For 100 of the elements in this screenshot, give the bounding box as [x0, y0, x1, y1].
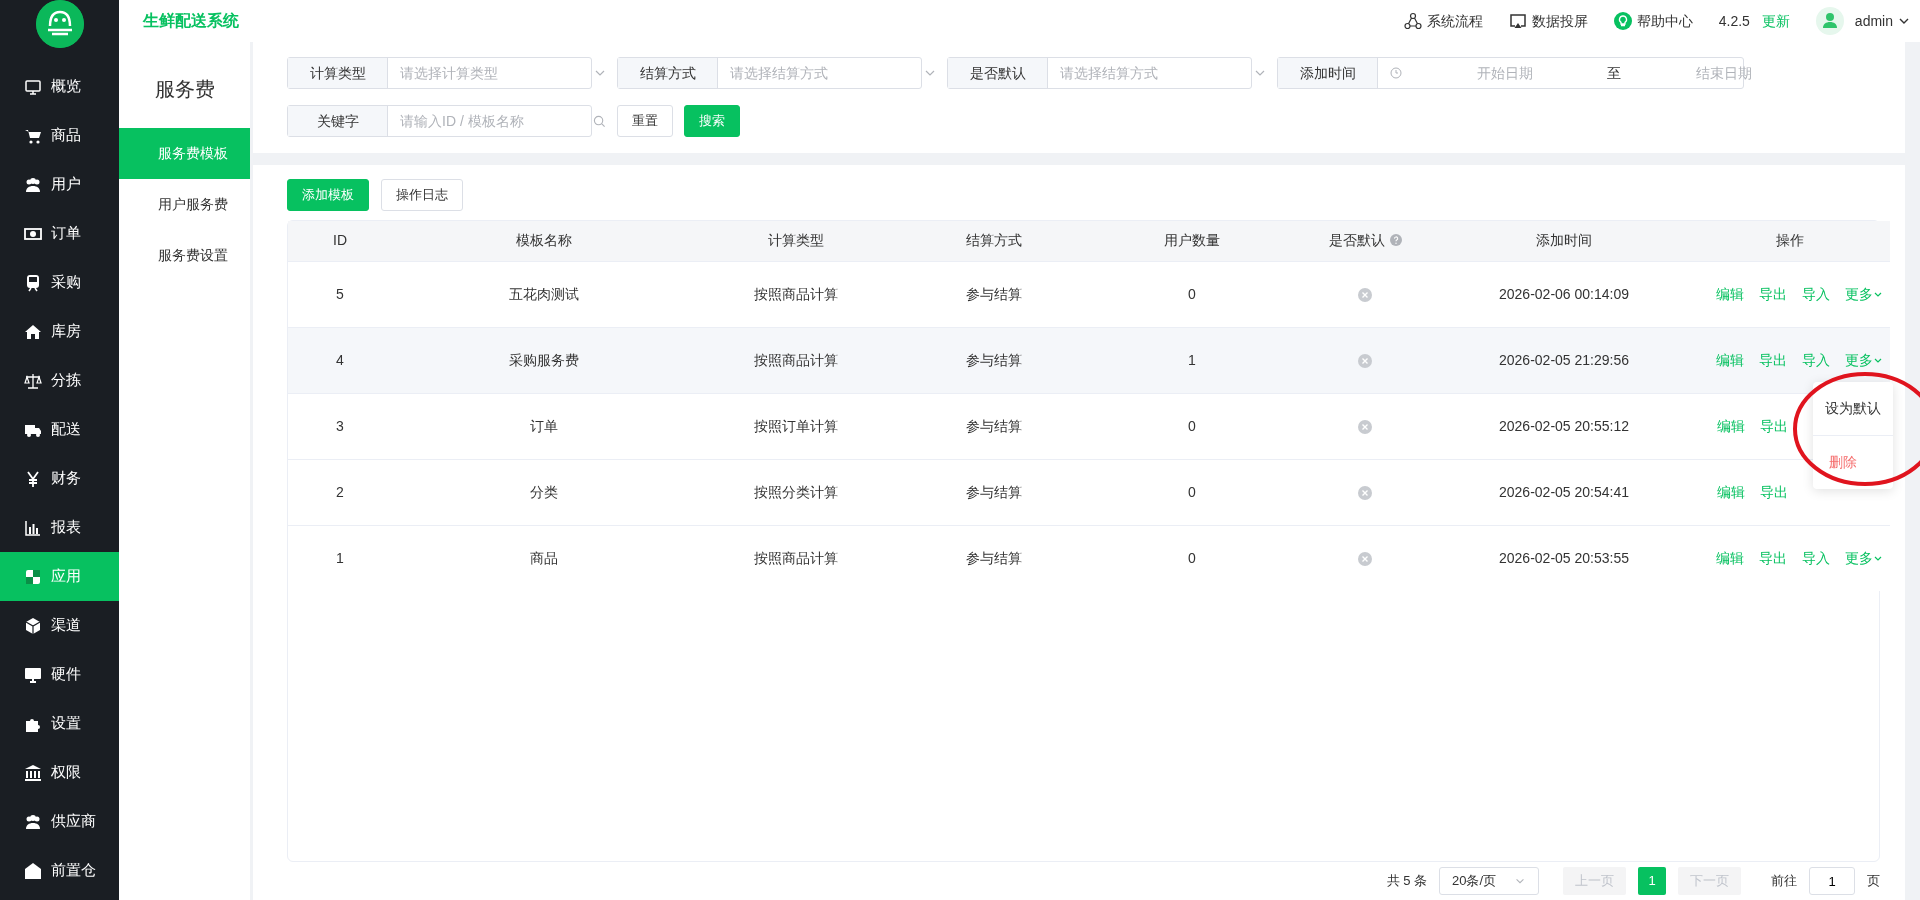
column-header: 计算类型: [696, 221, 896, 261]
people-icon: [24, 812, 42, 831]
column-header: 结算方式: [896, 221, 1092, 261]
table-cell: 1: [1092, 327, 1292, 393]
table-cell: 参与结算: [896, 525, 1092, 591]
people-icon: [24, 175, 42, 194]
reset-button[interactable]: 重置: [617, 105, 673, 137]
end-date-field[interactable]: 结束日期: [1621, 62, 1826, 84]
goto-label: 前往: [1771, 872, 1797, 891]
house-icon: [24, 322, 42, 341]
table-cell: 按照商品计算: [696, 525, 896, 591]
table-cell: 5: [288, 261, 392, 327]
log-button[interactable]: 操作日志: [381, 179, 463, 211]
filter-label: 计算类型: [288, 58, 388, 88]
grid-icon: [24, 567, 42, 586]
filter-label: 是否默认: [948, 58, 1048, 88]
page-size-select[interactable]: 20条/页: [1439, 867, 1539, 895]
select-field[interactable]: 请选择结算方式: [1048, 62, 1253, 84]
version-text: 4.2.5: [1718, 11, 1750, 31]
sidebar-item[interactable]: 商品: [0, 111, 119, 160]
cube-icon: [24, 616, 42, 635]
sidebar-item[interactable]: 财务: [0, 454, 119, 503]
table-cell: 按照订单计算: [696, 393, 896, 459]
clock-icon: [1390, 67, 1402, 79]
table-cell: 参与结算: [896, 327, 1092, 393]
filter-label: 添加时间: [1278, 58, 1378, 88]
table-cell: 2: [288, 459, 392, 525]
table-cell: 参与结算: [896, 459, 1092, 525]
table-cell: 参与结算: [896, 393, 1092, 459]
total-count: 共 5 条: [1386, 872, 1427, 891]
screen-cast-icon: [1508, 12, 1527, 30]
table-cell: 参与结算: [896, 261, 1092, 327]
sidebar-item[interactable]: 采购: [0, 258, 119, 307]
table-cell: 按照分类计算: [696, 459, 896, 525]
column-header: 添加时间: [1438, 221, 1690, 261]
column-header: 操作: [1690, 221, 1890, 261]
app-title: 生鲜配送系统: [143, 11, 239, 31]
sidebar-item[interactable]: 分拣: [0, 356, 119, 405]
monitor-icon: [24, 77, 42, 96]
table-cell: 2026-02-05 20:54:41: [1438, 459, 1690, 525]
table-cell: 2026-02-05 20:53:55: [1438, 525, 1690, 591]
sidebar-item[interactable]: 概览: [0, 62, 119, 111]
table-cell: 订单: [392, 393, 696, 459]
header-link[interactable]: 帮助中心: [1613, 10, 1693, 32]
bank-icon: [24, 763, 42, 782]
column-header: ID: [288, 221, 392, 261]
table-cell: 0: [1092, 459, 1292, 525]
train-icon: [24, 273, 42, 292]
range-separator: 至: [1607, 63, 1621, 83]
yen-icon: [24, 469, 42, 488]
menu-item[interactable]: 设为默认: [1812, 381, 1893, 435]
logo-icon: [35, 0, 84, 48]
monitor-icon: [24, 665, 42, 684]
column-header: 用户数量: [1092, 221, 1292, 261]
header-link[interactable]: 系统流程: [1403, 10, 1483, 32]
network-icon: [1403, 12, 1422, 30]
table-cell: 3: [288, 393, 392, 459]
help-icon: [1389, 234, 1402, 247]
sidebar-item[interactable]: 设置: [0, 699, 119, 748]
filter-label: 结算方式: [618, 58, 718, 88]
sidebar-item[interactable]: 配送: [0, 405, 119, 454]
table-cell: 五花肉测试: [392, 261, 696, 327]
sidebar-item[interactable]: 前置仓: [0, 846, 119, 895]
select-field[interactable]: 请选择计算类型: [388, 62, 593, 84]
sidebar-item[interactable]: 用户: [0, 160, 119, 209]
sidebar-item[interactable]: 硬件: [0, 650, 119, 699]
user-menu[interactable]: admin: [1815, 7, 1910, 35]
table-cell: 采购服务费: [392, 327, 696, 393]
page-input[interactable]: 1: [1809, 867, 1855, 895]
table-cell: 2026-02-05 20:55:12: [1438, 393, 1690, 459]
table-cell: 2026-02-05 21:29:56: [1438, 327, 1690, 393]
bar-chart-icon: [24, 518, 42, 537]
sidebar-item[interactable]: 权限: [0, 748, 119, 797]
table-cell: 按照商品计算: [696, 261, 896, 327]
table-cell: 4: [288, 327, 392, 393]
sidebar-item[interactable]: 订单: [0, 209, 119, 258]
table-cell: 2026-02-06 00:14:09: [1438, 261, 1690, 327]
sidebar-item[interactable]: 供应商: [0, 797, 119, 846]
subnav-item[interactable]: 服务费设置: [119, 230, 250, 281]
table-cell: 0: [1092, 393, 1292, 459]
header-link[interactable]: 数据投屏: [1508, 10, 1588, 32]
table-cell: 分类: [392, 459, 696, 525]
search-icon: [593, 114, 606, 128]
table-cell: 商品: [392, 525, 696, 591]
house-icon: [24, 861, 42, 880]
section-title: 服务费: [153, 77, 216, 102]
sidebar-item[interactable]: 库房: [0, 307, 119, 356]
table-cell: 0: [1092, 261, 1292, 327]
avatar-icon: [1815, 7, 1844, 35]
search-field[interactable]: 请输入ID / 模板名称: [388, 110, 593, 132]
sidebar-item[interactable]: 渠道: [0, 601, 119, 650]
subnav-item[interactable]: 用户服务费: [119, 179, 250, 230]
select-field[interactable]: 请选择结算方式: [718, 62, 923, 84]
table-cell: 0: [1092, 525, 1292, 591]
filter-label: 关键字: [288, 106, 388, 136]
start-date-field[interactable]: 开始日期: [1402, 62, 1607, 84]
table-cell: 1: [288, 525, 392, 591]
sidebar-item[interactable]: 报表: [0, 503, 119, 552]
lightbulb-icon: [1613, 12, 1632, 30]
scale-icon: [24, 371, 42, 390]
